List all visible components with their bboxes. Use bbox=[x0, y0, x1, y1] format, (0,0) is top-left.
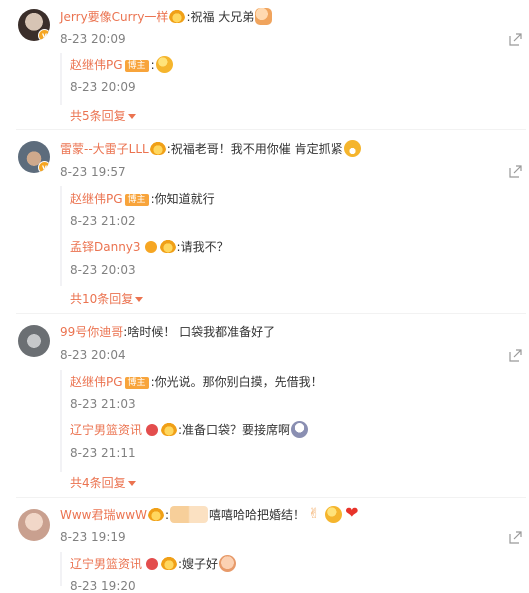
comment-username[interactable]: Jerry要像Curry一样 bbox=[60, 10, 168, 24]
reply-box: 赵继伟PG 博主:你光说。那你别白摸，先借我！ 8-23 21:03 辽宁男篮资讯… bbox=[60, 370, 524, 472]
comment-text: 嘻嘻哈哈把婚结！ bbox=[209, 508, 306, 522]
victory-hand-icon bbox=[306, 505, 323, 523]
reply-box: 赵继伟PG 博主:你知道就行 8-23 21:02 孟铎Danny3 :请我不？ 8… bbox=[60, 186, 524, 286]
avatar[interactable] bbox=[18, 325, 50, 357]
reply-box: 赵继伟PG 博主: 8-23 20:09 bbox=[60, 53, 524, 105]
vip-badge-icon bbox=[146, 558, 159, 570]
view-more-replies[interactable]: 共4条回复 bbox=[70, 474, 136, 491]
host-badge: 博主 bbox=[124, 60, 149, 72]
more-label: 共4条回复 bbox=[70, 476, 126, 490]
reply-text: : bbox=[150, 58, 155, 72]
comment-text: :祝福老哥！我不用你催 肯定抓紧 bbox=[166, 142, 343, 156]
share-icon[interactable] bbox=[509, 165, 522, 178]
reply-username[interactable]: 赵继伟PG bbox=[70, 375, 123, 389]
reply-username[interactable]: 辽宁男篮资讯 bbox=[70, 423, 142, 437]
laugh-emoji-icon bbox=[343, 140, 361, 157]
more-label: 共10条回复 bbox=[70, 292, 134, 306]
comment-text: :啥时候！ 口袋我都准备好了 bbox=[123, 325, 276, 339]
more-label: 共5条回复 bbox=[70, 109, 126, 123]
chevron-down-icon bbox=[127, 114, 136, 119]
chevron-down-icon bbox=[135, 297, 144, 302]
comment-item: v 雷蒙--大雷子LLL:祝福老哥！我不用你催 肯定抓紧 8-23 19:57 … bbox=[0, 130, 529, 310]
share-icon[interactable] bbox=[509, 349, 522, 362]
comment-item: Www君瑞wwW:嘻嘻哈哈把婚结！ 8-23 19:19 辽宁男篮资讯:嫂子好 … bbox=[0, 498, 529, 593]
comment-username[interactable]: Www君瑞wwW bbox=[60, 508, 147, 522]
host-badge: 博主 bbox=[124, 377, 149, 389]
member-crown-icon bbox=[161, 423, 178, 436]
comment-time: 8-23 20:04 bbox=[60, 348, 126, 362]
reply-username[interactable]: 赵继伟PG bbox=[70, 58, 123, 72]
verified-badge-icon: v bbox=[38, 161, 50, 173]
reply-time: 8-23 19:20 bbox=[70, 579, 136, 593]
comment-time: 8-23 19:57 bbox=[60, 165, 126, 179]
reply-username[interactable]: 孟铎Danny3 bbox=[70, 240, 141, 254]
reply-username[interactable]: 赵继伟PG bbox=[70, 192, 123, 206]
reply-time: 8-23 21:03 bbox=[70, 397, 136, 411]
reply-text: :嫂子好 bbox=[178, 557, 219, 571]
share-icon[interactable] bbox=[509, 531, 522, 544]
comment-time: 8-23 20:09 bbox=[60, 32, 126, 46]
reply-text: :你知道就行 bbox=[150, 192, 215, 206]
comment-username[interactable]: 99号你迪哥 bbox=[60, 325, 123, 339]
view-more-replies[interactable]: 共10条回复 bbox=[70, 290, 144, 307]
comment-username[interactable]: 雷蒙--大雷子LLL bbox=[60, 142, 149, 156]
reply-text: :准备口袋？要接席啊 bbox=[178, 423, 291, 437]
comment-time: 8-23 19:19 bbox=[60, 530, 126, 544]
baby-emoji-icon bbox=[219, 555, 237, 572]
reply-text: :请我不？ bbox=[176, 240, 229, 254]
host-badge: 博主 bbox=[124, 194, 149, 206]
share-icon[interactable] bbox=[509, 33, 522, 46]
view-more-replies[interactable]: 共5条回复 bbox=[70, 107, 136, 124]
chevron-down-icon bbox=[127, 481, 136, 486]
reply-box: 辽宁男篮资讯 :嫂子好 8-23 19:20 bbox=[60, 552, 524, 593]
kiss-emoji-icon bbox=[155, 56, 173, 73]
smile-emoji-icon bbox=[325, 506, 343, 523]
avatar[interactable]: v bbox=[18, 9, 50, 41]
reply-time: 8-23 21:11 bbox=[70, 446, 136, 460]
member-crown-icon bbox=[159, 240, 176, 253]
avatar[interactable]: v bbox=[18, 141, 50, 173]
reply-time: 8-23 20:09 bbox=[70, 80, 136, 94]
vip-badge-icon bbox=[146, 424, 159, 436]
avatar[interactable] bbox=[18, 509, 50, 541]
comment-text: :祝福 大兄弟 bbox=[186, 10, 255, 24]
member-crown-icon bbox=[161, 557, 178, 570]
reply-time: 8-23 21:02 bbox=[70, 214, 136, 228]
member-crown-icon bbox=[148, 508, 164, 521]
fist-emoji-icon bbox=[255, 8, 273, 25]
reply-text: :你光说。那你别白摸，先借我！ bbox=[150, 375, 323, 389]
vip-badge-icon bbox=[144, 241, 157, 253]
verified-badge-icon: v bbox=[38, 29, 50, 41]
comment-item: v Jerry要像Curry一样 :祝福 大兄弟 8-23 20:09 赵继伟PG… bbox=[0, 0, 529, 125]
reply-username[interactable]: 辽宁男篮资讯 bbox=[70, 557, 142, 571]
comment-item: 99号你迪哥:啥时候！ 口袋我都准备好了 8-23 20:04 赵继伟PG 博主:… bbox=[0, 314, 529, 494]
crying-emoji-icon bbox=[291, 421, 309, 438]
member-crown-icon bbox=[149, 142, 166, 155]
member-crown-icon bbox=[169, 10, 186, 23]
couple-emoji-icon bbox=[170, 506, 209, 523]
heart-icon bbox=[344, 504, 361, 523]
reply-time: 8-23 20:03 bbox=[70, 263, 136, 277]
